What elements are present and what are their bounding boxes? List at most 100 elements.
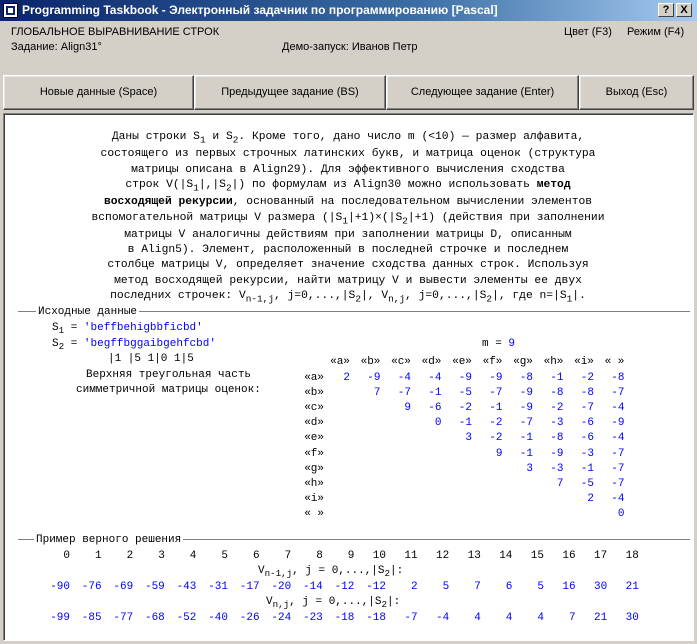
mode-toggle[interactable]: Режим (F4) — [627, 26, 684, 38]
solution-index: 7 — [284, 550, 292, 562]
matrix-cell: -9 — [550, 447, 564, 460]
matrix-cell: -7 — [397, 387, 411, 400]
matrix-row-header: «g» — [304, 462, 324, 475]
formulation-line: последних строчек: Vn-1,j, j=0,...,|S2|,… — [110, 289, 586, 305]
help-button[interactable]: ? — [658, 3, 674, 17]
solution-value: -69 — [113, 581, 134, 593]
matrix-col-header: «a» — [330, 356, 350, 368]
matrix-cell: -1 — [580, 462, 594, 475]
solution-value: -43 — [176, 581, 197, 593]
solution-value: 4 — [474, 612, 481, 624]
matrix-cell: -4 — [428, 372, 442, 384]
prev-task-button[interactable]: Предыдущее задание (BS) — [194, 75, 386, 110]
matrix-col-header: « » — [604, 356, 625, 368]
matrix-col-header: «h» — [543, 356, 564, 368]
solution-index: 1 — [94, 550, 102, 562]
solution-value: -31 — [208, 581, 228, 593]
matrix-cell: -9 — [458, 372, 472, 384]
matrix-cell: -3 — [550, 417, 564, 430]
matrix-cell: -8 — [519, 372, 533, 384]
matrix-cell: -7 — [489, 387, 503, 400]
matrix-col-header: «b» — [360, 356, 381, 368]
solution-value: -90 — [50, 581, 70, 593]
row2-label: Vn,j, j = 0,...,|S2|: — [266, 596, 401, 611]
matrix-col-header: «f» — [482, 356, 503, 368]
matrix-cell: -9 — [611, 417, 625, 430]
matrix-col-header: «g» — [513, 356, 533, 368]
solution-index: 10 — [372, 550, 386, 562]
matrix-cell: -2 — [458, 402, 472, 415]
matrix-cell: 0 — [617, 507, 625, 520]
solution-value: -17 — [239, 581, 260, 593]
matrix-cell: -9 — [489, 372, 503, 384]
matrix-cell: -4 — [611, 402, 625, 415]
matrix-cell: 2 — [587, 492, 594, 505]
solution-value: -20 — [271, 581, 292, 593]
solution-value: 21 — [593, 612, 608, 624]
s1-line: S1 = 'beffbehigbbficbd' — [52, 321, 203, 338]
formulation-line: Даны строки S1 и S2. Кроме того, дано чи… — [111, 131, 585, 146]
title-bar[interactable]: Programming Taskbook - Электронный задач… — [0, 0, 697, 21]
formulation-line: метод восходящей рекурсии, найти матрицу… — [114, 274, 582, 287]
matrix-cell: -8 — [550, 387, 564, 400]
row1-label: Vn-1,j, j = 0,...,|S2|: — [258, 565, 404, 580]
solution-value: 4 — [537, 612, 544, 624]
matrix-cell: -4 — [611, 492, 625, 505]
window-title: Programming Taskbook - Электронный задач… — [22, 3, 498, 17]
solution-value: 16 — [562, 581, 576, 593]
solution-value: -77 — [113, 612, 134, 624]
new-data-button[interactable]: Новые данные (Space) — [3, 75, 194, 110]
solution-index: 9 — [347, 550, 355, 562]
button-row: Новые данные (Space) Предыдущее задание … — [3, 75, 694, 111]
matrix-cell: -1 — [458, 417, 472, 430]
color-toggle[interactable]: Цвет (F3) — [564, 26, 612, 38]
solution-index: 18 — [625, 550, 639, 562]
matrix-cell: -9 — [367, 372, 381, 384]
exit-button[interactable]: Выход (Esc) — [579, 75, 694, 110]
task-formulation: Даны строки S1 и S2. Кроме того, дано чи… — [6, 130, 690, 306]
close-button[interactable]: X — [676, 3, 692, 17]
matrix-cell: 0 — [434, 417, 442, 430]
solution-value: -18 — [334, 612, 355, 624]
solution-value: 5 — [442, 581, 450, 593]
m-value: 9 — [508, 338, 516, 350]
matrix-cell: -9 — [519, 402, 533, 415]
solution-value: -26 — [239, 612, 260, 624]
solution-index: 12 — [435, 550, 450, 562]
group-title: ГЛОБАЛЬНОЕ ВЫРАВНИВАНИЕ СТРОК — [11, 26, 220, 38]
matrix-cell: 3 — [526, 462, 533, 475]
task-panel: Даны строки S1 и S2. Кроме того, дано чи… — [3, 113, 694, 641]
matrix-cell: -1 — [428, 387, 442, 400]
matrix-cell: -3 — [580, 447, 594, 460]
solution-index: 6 — [252, 550, 260, 562]
next-task-button[interactable]: Следующее задание (Enter) — [386, 75, 579, 110]
solution-index: 0 — [63, 550, 70, 562]
solution-value: 4 — [505, 612, 513, 624]
solution-index: 17 — [593, 550, 608, 562]
solution-value: 6 — [505, 581, 513, 593]
matrix-cell: -2 — [580, 372, 594, 384]
solution-index: 4 — [189, 550, 197, 562]
solution-value: -59 — [144, 581, 165, 593]
input-section-label: Исходные данные — [36, 305, 140, 319]
formulation-line: матрицы V аналогичны действиям при запол… — [124, 228, 572, 241]
position-ruler: |1 |5 1|0 1|5 — [108, 353, 194, 365]
matrix-row-header: «b» — [304, 387, 324, 400]
app-icon — [3, 3, 18, 18]
matrix-row-header: «d» — [304, 417, 324, 430]
matrix-cell: -3 — [550, 462, 564, 475]
solution-section-label: Пример верного решения — [34, 533, 184, 547]
s2-name: S2 = — [52, 338, 84, 353]
formulation-line: восходящей рекурсии, основанный на после… — [103, 196, 593, 209]
matrix-cell: -4 — [397, 372, 411, 384]
matrix-cell: -1 — [489, 402, 503, 415]
matrix-row-header: «h» — [304, 477, 324, 490]
formulation-line: строк V(|S1|,|S2|) по формулам из Align3… — [125, 178, 571, 194]
solution-index: 14 — [499, 550, 513, 562]
solution-value: 7 — [568, 612, 576, 624]
solution-value: -4 — [435, 612, 450, 624]
matrix-cell: 2 — [343, 372, 350, 384]
matrix-cell: -8 — [611, 372, 625, 384]
solution-index: 3 — [158, 550, 165, 562]
formulation-line: вспомогательной матрицы V размера (|S1|+… — [91, 211, 605, 226]
